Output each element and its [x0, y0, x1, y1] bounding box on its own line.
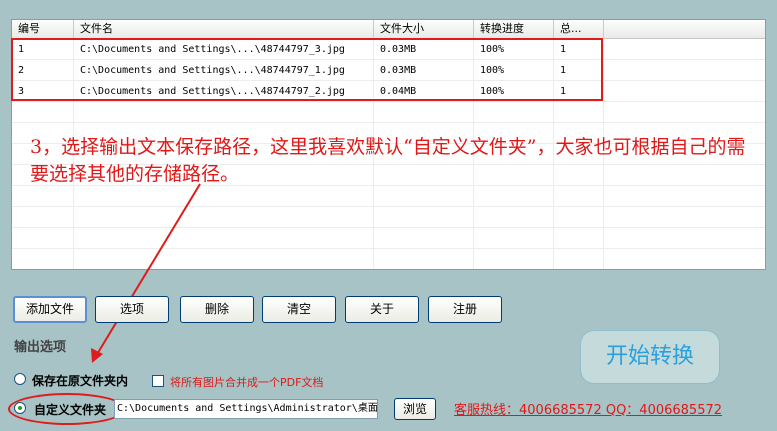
- save-original-label[interactable]: 保存在原文件夹内: [32, 372, 128, 389]
- browse-button[interactable]: 浏览: [394, 398, 436, 420]
- start-convert-button[interactable]: 开始转换: [580, 330, 720, 384]
- hotline-link[interactable]: 客服热线：4006685572 QQ：4006685572: [454, 399, 722, 418]
- register-button[interactable]: 注册: [428, 296, 502, 323]
- add-file-button[interactable]: 添加文件: [13, 296, 87, 323]
- delete-button[interactable]: 删除: [180, 296, 254, 323]
- output-options-label: 输出选项: [14, 340, 67, 355]
- highlight-ellipse: [8, 393, 126, 425]
- about-button[interactable]: 关于: [345, 296, 419, 323]
- output-path-input[interactable]: C:\Documents and Settings\Administrator\…: [114, 399, 378, 419]
- merge-pdf-label[interactable]: 将所有图片合并成一个PDF文档: [170, 374, 323, 390]
- save-original-radio[interactable]: [14, 373, 26, 385]
- clear-button[interactable]: 清空: [262, 296, 336, 323]
- options-button[interactable]: 选项: [95, 296, 169, 323]
- merge-pdf-checkbox[interactable]: [152, 375, 164, 387]
